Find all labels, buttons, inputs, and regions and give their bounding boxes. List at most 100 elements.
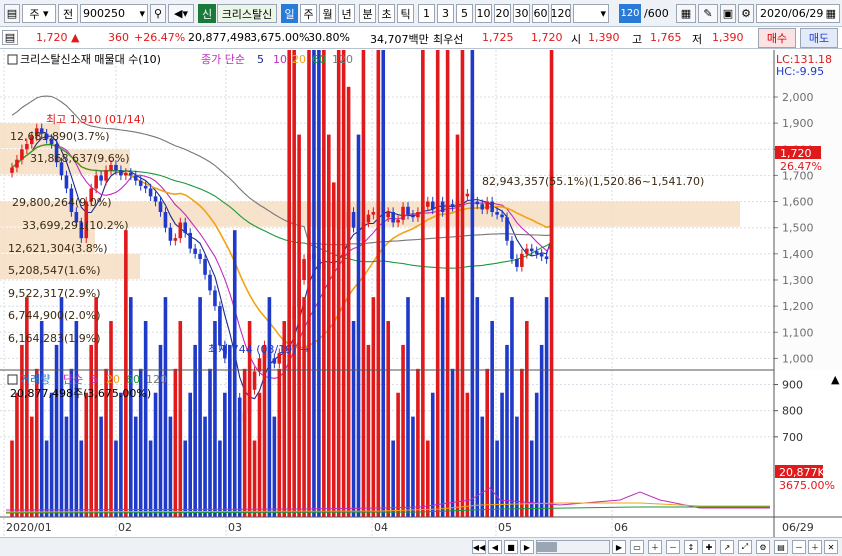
low-annotation: 최저 744 (03/19) →: [208, 343, 309, 356]
volume-bar: [510, 297, 514, 517]
volume-bar: [89, 344, 93, 517]
scrollbar[interactable]: [536, 540, 610, 554]
sell-button[interactable]: 매도: [800, 28, 838, 48]
interval-30[interactable]: 30: [513, 4, 530, 23]
scroll-right-icon[interactable]: ▶: [612, 540, 626, 554]
scroll-thumb[interactable]: [537, 542, 557, 552]
volume-bar: [430, 392, 435, 517]
tab-tick[interactable]: 틱: [397, 4, 414, 23]
layout-icon[interactable]: ▤: [774, 540, 788, 554]
candle-body: [143, 185, 148, 189]
tab-year[interactable]: 년: [338, 4, 355, 23]
code-input[interactable]: 900250 ▾: [80, 4, 148, 23]
zoom-fit-icon[interactable]: ▭: [630, 540, 644, 554]
volume-bar: [198, 297, 202, 517]
volume-bar: [292, 50, 296, 518]
candle-body: [440, 201, 445, 213]
candle-body: [25, 144, 29, 150]
volume-bar: [490, 321, 494, 517]
minus-icon[interactable]: －: [792, 540, 806, 554]
first-page-icon[interactable]: ◀◀: [472, 540, 486, 554]
volume-bar: [391, 440, 395, 517]
interval-120[interactable]: 120: [551, 4, 571, 23]
search-icon[interactable]: ⚲: [150, 4, 166, 23]
buy-button[interactable]: 매수: [758, 28, 796, 48]
settings-icon[interactable]: ⚙: [756, 540, 770, 554]
plus-icon[interactable]: ＋: [808, 540, 822, 554]
stock-name: 크리스탈신: [217, 4, 277, 23]
volume-legend-ma: 단순: [63, 373, 83, 386]
volume-bar: [465, 392, 470, 517]
volume-bar: [163, 297, 168, 517]
volume-bar: [475, 297, 480, 517]
indicator-icon[interactable]: ▦: [676, 4, 696, 23]
volume-bar: [49, 392, 54, 517]
volume-rate: 3,675.00%: [250, 31, 310, 44]
interval-10[interactable]: 10: [475, 4, 492, 23]
trend-icon[interactable]: ↗: [720, 540, 734, 554]
volume-bar: [346, 86, 351, 518]
tab-day[interactable]: 일: [281, 4, 298, 23]
candle-body: [272, 358, 277, 364]
crosshair-icon[interactable]: ✚: [702, 540, 716, 554]
volume-bar: [188, 392, 192, 517]
date-input[interactable]: 2020/06/29 ▦: [756, 4, 840, 23]
chart-menu-icon[interactable]: ▤: [4, 4, 20, 23]
gear-icon[interactable]: ⚙: [738, 4, 754, 23]
tab-minute[interactable]: 분: [359, 4, 376, 23]
volume-bar: [109, 321, 113, 517]
interval-3[interactable]: 3: [437, 4, 454, 23]
candle-body: [510, 240, 514, 260]
count-input[interactable]: 120: [619, 4, 641, 23]
table-icon[interactable]: ▤: [2, 30, 18, 45]
volume-bar: [361, 50, 366, 517]
volume-bar: [114, 440, 118, 517]
ma5-label: 5: [257, 53, 264, 66]
y-tick-label: 900: [782, 379, 803, 392]
close-icon[interactable]: ✕: [824, 540, 838, 554]
prev-icon[interactable]: ◀: [488, 540, 502, 554]
next-icon[interactable]: ▶: [520, 540, 534, 554]
stop-icon[interactable]: ■: [504, 540, 518, 554]
candle-body: [133, 175, 138, 181]
volume-bar: [312, 50, 316, 518]
zoom-out-icon[interactable]: －: [666, 540, 680, 554]
volume-bar: [84, 392, 89, 517]
interval-60[interactable]: 60: [532, 4, 549, 23]
tab-second[interactable]: 초: [378, 4, 395, 23]
chart-area[interactable]: 12,681,890(3.7%) 31,868,637(9.6%) 29,800,2…: [0, 50, 842, 556]
interval-5[interactable]: 5: [456, 4, 473, 23]
volume-bar: [30, 416, 34, 517]
volume-bar: [25, 297, 29, 517]
market-select[interactable]: 전: [58, 4, 78, 23]
candle-body: [168, 227, 173, 241]
tab-month[interactable]: 월: [319, 4, 336, 23]
code-value: 900250: [83, 7, 125, 20]
speaker-icon[interactable]: ◀▾: [168, 4, 194, 23]
x-tick-label: 03: [228, 521, 242, 534]
interval-1[interactable]: 1: [418, 4, 435, 23]
scale-a-icon[interactable]: ▲: [831, 373, 840, 386]
volume-bar: [242, 368, 247, 517]
candle-body: [99, 175, 103, 181]
volume-bar: [44, 440, 49, 517]
candle-body: [396, 219, 400, 223]
volume-bar: [74, 321, 79, 517]
fullscreen-icon[interactable]: ⤢: [738, 540, 752, 554]
expand-icon[interactable]: ↕: [684, 540, 698, 554]
volume-bar: [218, 440, 222, 517]
volume-bar: [183, 440, 188, 517]
interval-input[interactable]: ▾: [573, 4, 609, 23]
tab-week[interactable]: 주: [300, 4, 317, 23]
low-label: 저: [692, 33, 703, 46]
save-icon[interactable]: ▣: [720, 4, 736, 23]
zoom-in-icon[interactable]: ＋: [648, 540, 662, 554]
candle-body: [391, 212, 395, 223]
interval-20[interactable]: 20: [494, 4, 511, 23]
period-select[interactable]: 주 ▾: [22, 4, 56, 23]
chevron-down-icon: ▾: [139, 7, 145, 20]
drawing-icon[interactable]: ✎: [698, 4, 718, 23]
volume-bar: [153, 392, 158, 517]
candle-body: [208, 274, 212, 291]
volume-bar: [505, 344, 509, 517]
